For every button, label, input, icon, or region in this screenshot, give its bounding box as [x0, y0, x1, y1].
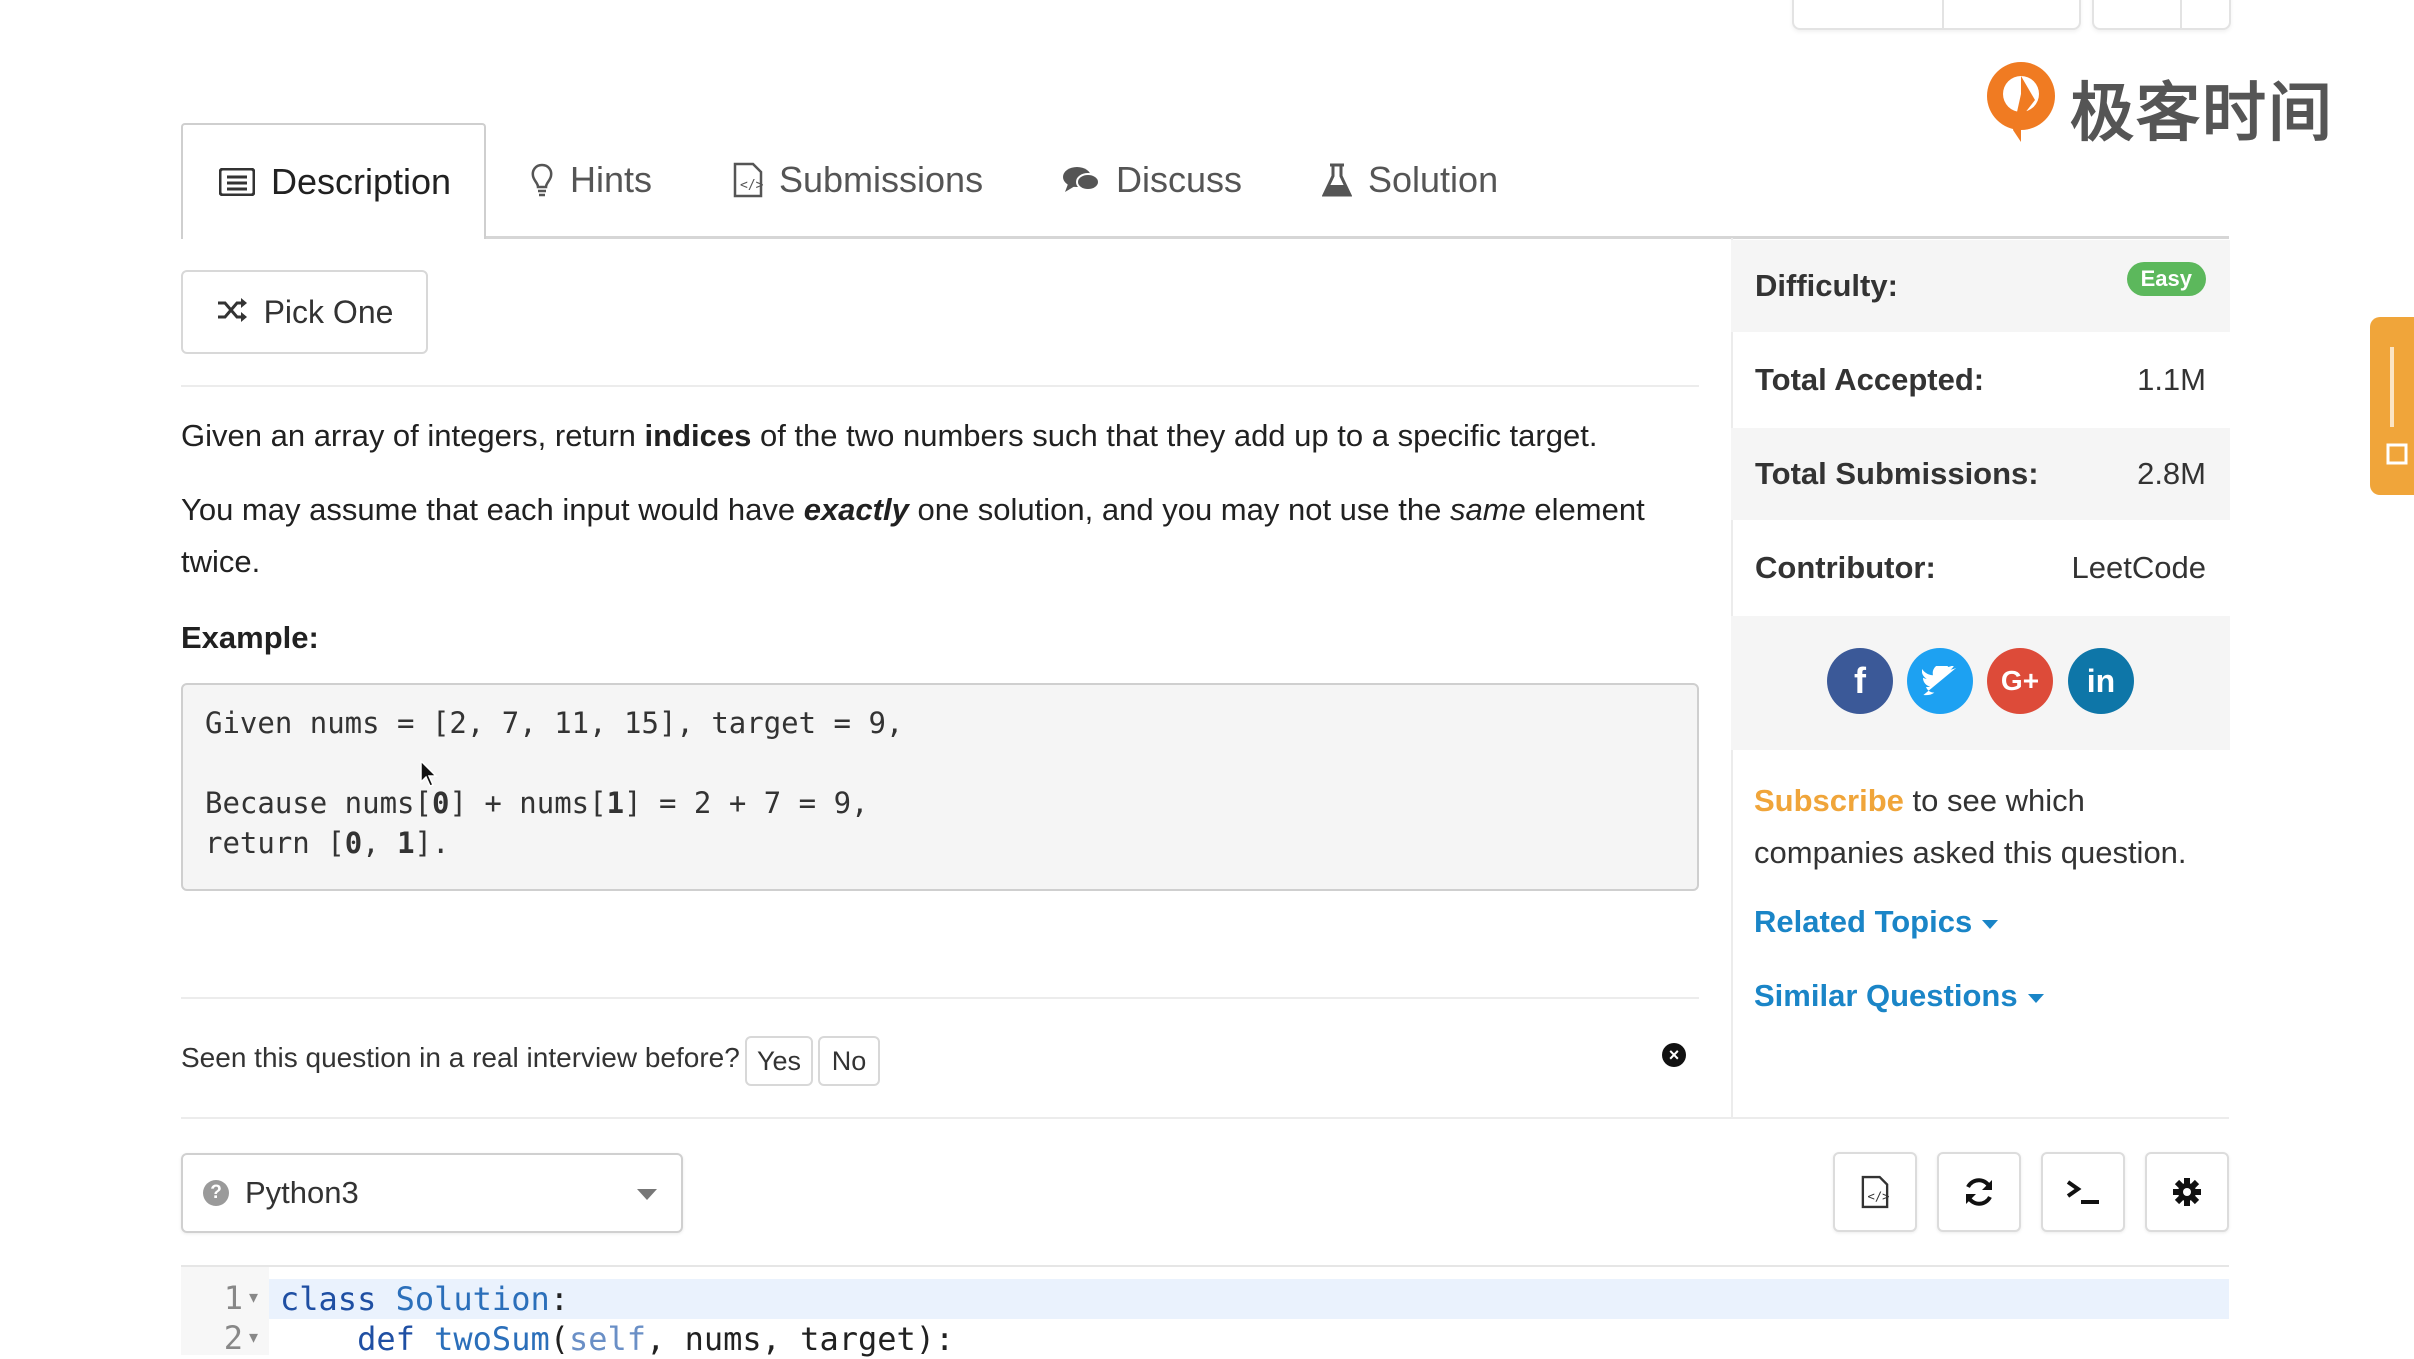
related-topics-label: Related Topics [1754, 904, 1973, 939]
code-line[interactable]: class Solution: [280, 1279, 2328, 1319]
text: one solution, and you may not use the [908, 492, 1450, 527]
interview-question: Seen this question in a real interview b… [181, 1042, 740, 1073]
contributor-row: Contributor: LeetCode [1731, 522, 2230, 614]
tab-hints[interactable]: Hints [530, 123, 652, 236]
lightbulb-icon [530, 163, 554, 197]
top-toolbar-divider [2180, 0, 2182, 28]
interview-no-button[interactable]: No [818, 1036, 880, 1086]
flask-icon [1322, 163, 1352, 197]
subscribe-link[interactable]: Subscribe [1754, 783, 1904, 818]
brand-name: 极客时间 [2070, 77, 2334, 149]
similar-questions-toggle[interactable]: Similar Questions [1754, 978, 2044, 1014]
comments-icon [1062, 164, 1100, 196]
svg-text:</>: </> [740, 178, 763, 193]
example-line: return [0, 1]. [205, 826, 450, 860]
text-bold: indices [644, 418, 752, 453]
accepted-value: 1.1M [2137, 362, 2206, 397]
example-line: Because nums[0] + nums[1] = 2 + 7 = 9, [205, 786, 869, 820]
contributor-label: Contributor: [1755, 550, 1936, 585]
language-select[interactable]: ? Python3 [181, 1153, 683, 1233]
text: of the two numbers such that they add up… [751, 418, 1598, 453]
submissions-value: 2.8M [2137, 456, 2206, 491]
settings-button[interactable] [2145, 1152, 2229, 1232]
twitter-icon[interactable] [1907, 648, 1973, 714]
example-label: Example: [181, 620, 319, 655]
interview-yes-button[interactable]: Yes [745, 1036, 813, 1086]
submissions-row: Total Submissions: 2.8M [1731, 428, 2230, 520]
related-topics-toggle[interactable]: Related Topics [1754, 904, 1999, 940]
reset-code-button[interactable] [1937, 1152, 2021, 1232]
pick-one-label: Pick One [263, 293, 394, 330]
example-code-block: Given nums = [2, 7, 11, 15], target = 9,… [181, 683, 1699, 891]
line-number: 2 [223, 1319, 243, 1357]
tab-description[interactable]: Description [181, 123, 486, 239]
text: You may assume that each input would hav… [181, 492, 804, 527]
tab-label: Discuss [1116, 158, 1243, 200]
divider [181, 1117, 2229, 1119]
shuffle-icon [216, 294, 248, 331]
accepted-label: Total Accepted: [1755, 362, 1985, 397]
divider [181, 385, 1699, 387]
code-file-button[interactable]: </> [1833, 1152, 1917, 1232]
tab-label: Hints [570, 158, 653, 200]
facebook-icon[interactable]: f [1827, 648, 1893, 714]
close-icon[interactable]: × [1662, 1043, 1686, 1067]
tabs-underline [181, 236, 2229, 239]
similar-questions-label: Similar Questions [1754, 978, 2018, 1013]
contributor-value: LeetCode [2071, 550, 2206, 585]
submissions-label: Total Submissions: [1755, 456, 2039, 491]
top-toolbar-group[interactable] [1792, 0, 2081, 30]
help-icon: ? [203, 1180, 229, 1206]
line-number: 1 [223, 1279, 243, 1317]
tab-label: Description [271, 161, 452, 202]
top-toolbar-group-2[interactable] [2092, 0, 2231, 30]
text-bold-italic: exactly [803, 492, 909, 527]
tab-discuss[interactable]: Discuss [1062, 123, 1242, 236]
top-toolbar-divider [1942, 0, 1944, 28]
difficulty-label: Difficulty: [1755, 268, 1898, 303]
google-plus-icon[interactable]: G+ [1987, 648, 2053, 714]
language-value: Python3 [245, 1175, 359, 1210]
code-line[interactable]: def twoSum(self, nums, target): [280, 1319, 2328, 1359]
caret-down-icon [1982, 919, 1999, 929]
chevron-down-icon [637, 1189, 657, 1200]
social-share-panel [1731, 616, 2230, 750]
problem-paragraph-1: Given an array of integers, return indic… [181, 410, 1701, 462]
list-icon [219, 168, 255, 196]
caret-down-icon [2027, 993, 2044, 1003]
tab-solution[interactable]: Solution [1322, 123, 1498, 236]
difficulty-row: Difficulty: Easy [1731, 240, 2230, 332]
difficulty-badge: Easy [2126, 262, 2206, 296]
code-editor[interactable]: 1 ▾ class Solution: 2 ▾ def twoSum(self,… [181, 1265, 2229, 1358]
fold-arrow-icon[interactable]: ▾ [249, 1327, 258, 1348]
mouse-cursor-icon [420, 759, 438, 793]
svg-text:</>: </> [1868, 1189, 1889, 1203]
tab-submissions[interactable]: </> Submissions [733, 123, 983, 236]
linkedin-icon[interactable]: in [2068, 648, 2134, 714]
text-italic: same [1449, 492, 1526, 527]
accepted-row: Total Accepted: 1.1M [1731, 334, 2230, 426]
tab-label: Solution [1368, 158, 1499, 200]
pick-one-button[interactable]: Pick One [181, 270, 428, 354]
example-line: Given nums = [2, 7, 11, 15], target = 9, [205, 706, 904, 740]
code-file-icon: </> [733, 162, 763, 198]
text: Given an array of integers, return [181, 418, 645, 453]
tab-label: Submissions [779, 158, 984, 200]
subscribe-text: Subscribe to see which companies asked t… [1754, 775, 2224, 879]
divider [181, 997, 1699, 999]
notes-side-tab[interactable] [2370, 317, 2414, 495]
console-button[interactable] [2041, 1152, 2125, 1232]
fold-arrow-icon[interactable]: ▾ [249, 1287, 258, 1308]
problem-paragraph-2: You may assume that each input would hav… [181, 484, 1661, 588]
brand-logo-icon [1983, 60, 2059, 146]
